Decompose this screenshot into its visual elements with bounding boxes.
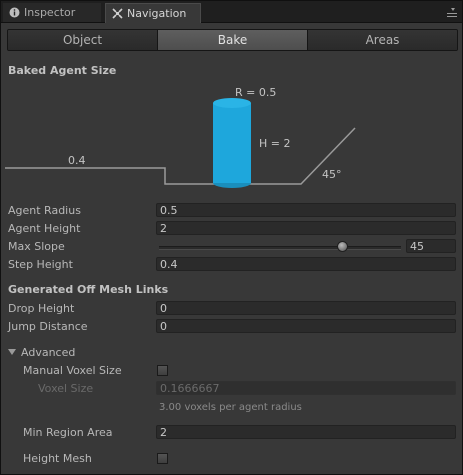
- offmesh-links-header: Generated Off Mesh Links: [8, 283, 169, 296]
- navigation-icon: [112, 8, 123, 19]
- info-icon: [9, 7, 20, 18]
- baked-agent-size-header: Baked Agent Size: [8, 64, 117, 77]
- jump-distance-label-text: Jump Distance: [8, 320, 88, 333]
- jump-distance-field[interactable]: 0: [156, 319, 456, 333]
- step-height-field[interactable]: 0.4: [156, 257, 456, 271]
- voxel-size-field: 0.1666667: [156, 381, 456, 395]
- tab-inspector-label: Inspector: [24, 6, 76, 19]
- min-region-area-label: Min Region Area: [23, 426, 113, 439]
- tab-menu-icon[interactable]: [446, 8, 458, 18]
- mode-bake-button[interactable]: Bake: [158, 30, 308, 50]
- max-slope-row: Max Slope 45: [1, 238, 463, 255]
- agent-radius-label-text: Agent Radius: [8, 204, 81, 217]
- drop-height-row: Drop Height 0: [1, 300, 463, 317]
- manual-voxel-size-row: Manual Voxel Size: [1, 362, 463, 379]
- agent-height-label: H = 2: [259, 137, 291, 150]
- mode-toolbar: Object Bake Areas: [7, 29, 458, 51]
- height-mesh-label: Height Mesh: [23, 452, 92, 465]
- tab-navigation[interactable]: Navigation: [105, 3, 201, 23]
- agent-height-row: Agent Height 2: [1, 220, 463, 237]
- max-slope-slider-thumb[interactable]: [336, 241, 348, 252]
- advanced-foldout-label: Advanced: [21, 346, 76, 359]
- advanced-foldout[interactable]: Advanced: [8, 344, 75, 361]
- height-mesh-checkbox[interactable]: [157, 453, 168, 464]
- min-region-area-field[interactable]: 2: [156, 425, 456, 439]
- agent-size-illustration: [5, 98, 356, 188]
- mode-object-button[interactable]: Object: [8, 30, 158, 50]
- step-height-row: Step Height 0.4: [1, 256, 463, 273]
- max-slope-slider[interactable]: [159, 246, 401, 250]
- chevron-down-icon: [8, 349, 16, 355]
- agent-radius-label: R = 0.5: [235, 86, 277, 99]
- slope-angle-label: 45°: [322, 168, 342, 181]
- agent-radius-row: Agent Radius 0.5: [1, 202, 463, 219]
- tab-inspector[interactable]: Inspector: [3, 3, 101, 22]
- voxel-size-row: Voxel Size 0.1666667: [1, 380, 463, 397]
- voxel-size-label: Voxel Size: [38, 382, 94, 395]
- step-height-label-text: Step Height: [8, 258, 73, 271]
- agent-height-field[interactable]: 2: [156, 221, 456, 235]
- voxel-hint-text: 3.00 voxels per agent radius: [159, 402, 302, 413]
- agent-height-label-text: Agent Height: [8, 222, 81, 235]
- agent-size-diagram: R = 0.5 H = 2 0.4 45°: [1, 81, 463, 196]
- manual-voxel-size-checkbox[interactable]: [157, 365, 168, 376]
- tab-navigation-label: Navigation: [127, 7, 187, 20]
- step-height-label: 0.4: [68, 154, 86, 167]
- drop-height-field[interactable]: 0: [156, 301, 456, 315]
- jump-distance-row: Jump Distance 0: [1, 318, 463, 335]
- manual-voxel-size-label: Manual Voxel Size: [23, 364, 122, 377]
- height-mesh-row: Height Mesh: [1, 450, 463, 467]
- tab-bar: Inspector Navigation: [1, 1, 462, 23]
- agent-radius-field[interactable]: 0.5: [156, 203, 456, 217]
- max-slope-field[interactable]: 45: [406, 239, 456, 253]
- min-region-area-row: Min Region Area 2: [1, 424, 463, 441]
- navigation-window: Inspector Navigation Object Bake Areas B…: [0, 0, 463, 475]
- mode-areas-button[interactable]: Areas: [308, 30, 457, 50]
- max-slope-label-text: Max Slope: [8, 240, 65, 253]
- drop-height-label-text: Drop Height: [8, 302, 75, 315]
